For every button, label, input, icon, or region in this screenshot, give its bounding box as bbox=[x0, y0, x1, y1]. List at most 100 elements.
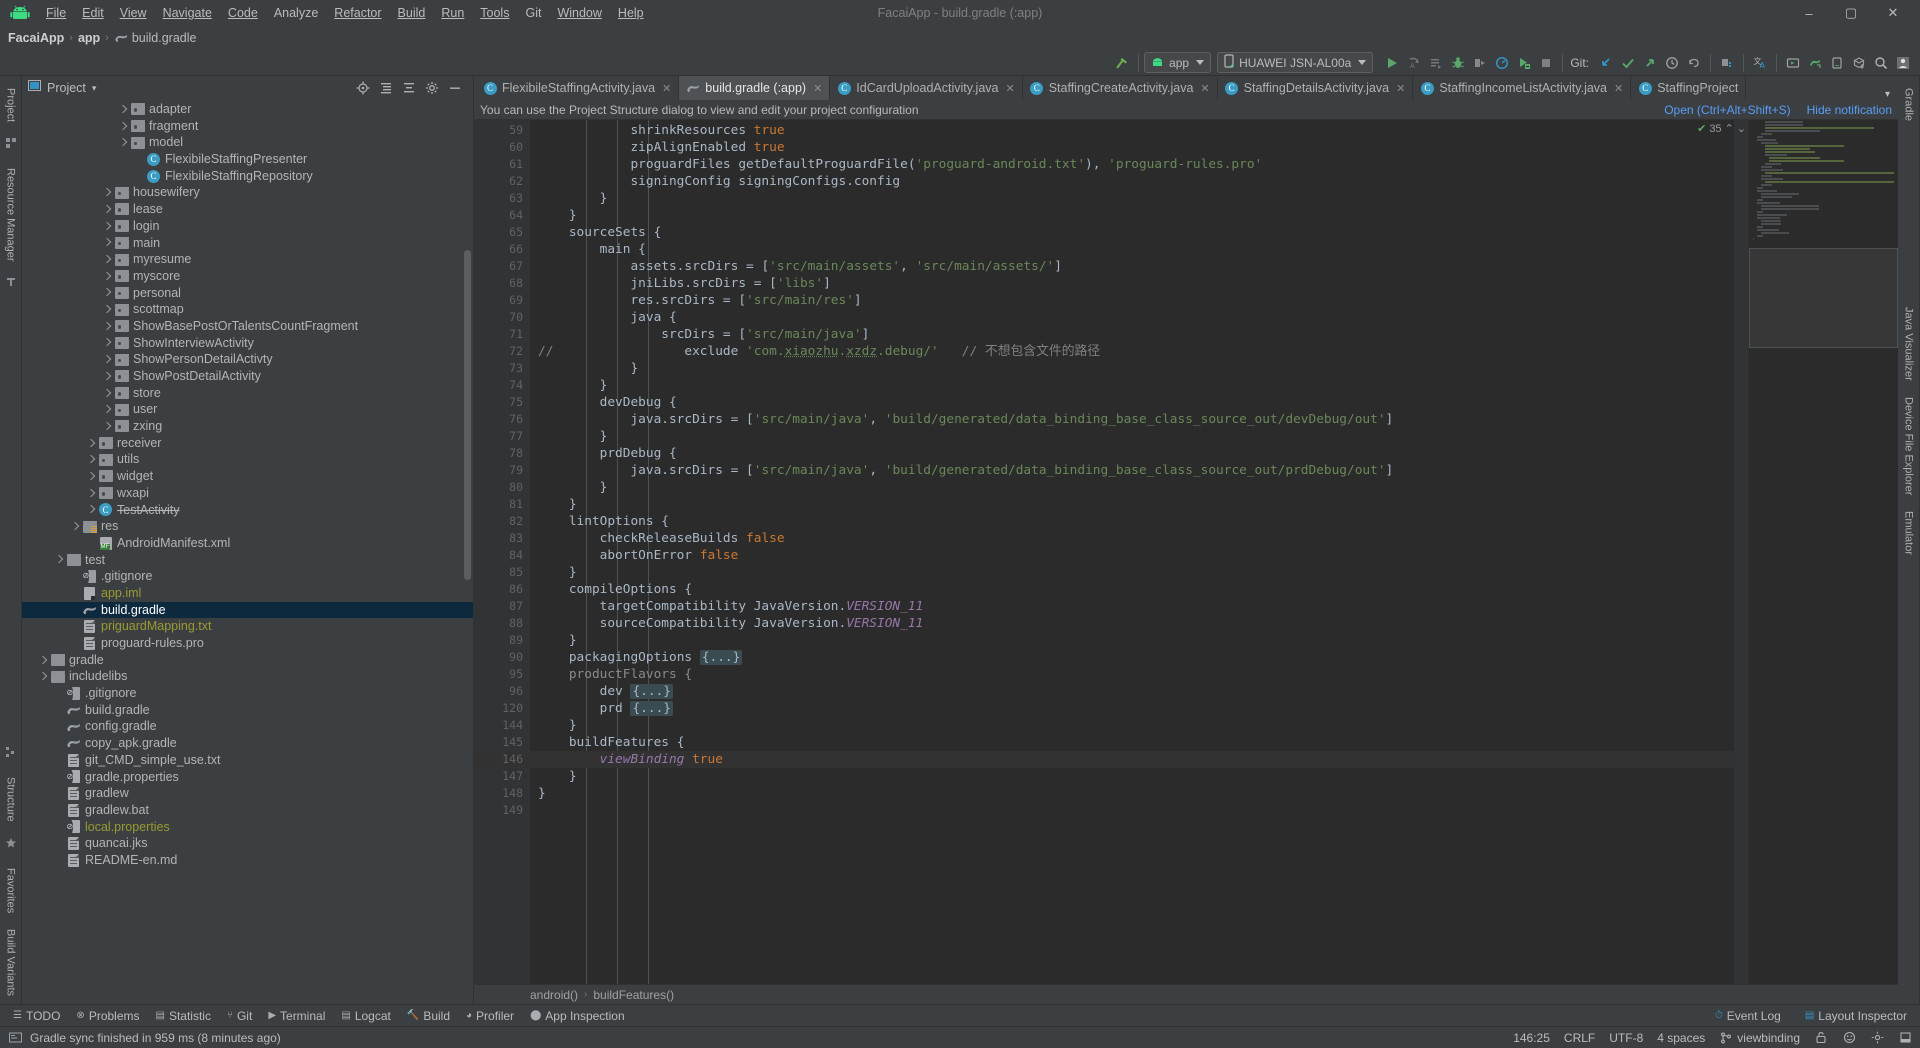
chevron-right-icon[interactable] bbox=[118, 122, 127, 131]
code-line[interactable]: } bbox=[530, 360, 1734, 377]
run-with-coverage-icon[interactable] bbox=[1513, 52, 1535, 74]
chevron-right-icon[interactable] bbox=[118, 138, 127, 147]
maximize-button[interactable]: ▢ bbox=[1830, 0, 1872, 26]
tree-row[interactable]: wxapi bbox=[22, 485, 473, 502]
indent-setting[interactable]: 4 spaces bbox=[1657, 1031, 1705, 1045]
minimap-viewport[interactable] bbox=[1749, 248, 1898, 348]
code-line[interactable]: } bbox=[530, 428, 1734, 445]
tool-window-button[interactable]: ⑂ Git bbox=[220, 1007, 259, 1025]
tree-row[interactable]: fragment bbox=[22, 118, 473, 135]
debug-icon[interactable] bbox=[1447, 52, 1469, 74]
close-tab-icon[interactable]: ✕ bbox=[1200, 82, 1209, 95]
code-editor[interactable]: 59 60 61 62 63 64 65 66 67 68 69 70 71 72 73 74 75 76 77 78… bbox=[474, 120, 1898, 984]
tool-window-bar[interactable]: ☰ TODO ⊗ Problems ▤ Statistic ⑂ Git ▶ Terminal ▤ Lo… bbox=[0, 1004, 1920, 1026]
code-line[interactable]: } bbox=[530, 479, 1734, 496]
tab-overflow-chevron-icon[interactable]: ▾ bbox=[1877, 89, 1898, 100]
tree-row[interactable]: includelibs bbox=[22, 668, 473, 685]
tree-row[interactable]: MF AndroidManifest.xml bbox=[22, 535, 473, 552]
chevron-right-icon[interactable] bbox=[102, 338, 111, 347]
read-only-icon[interactable] bbox=[1814, 1031, 1828, 1045]
chevron-right-icon[interactable] bbox=[102, 405, 111, 414]
rail-item-java-visualizer[interactable]: Java Visualizer bbox=[1902, 299, 1916, 389]
code-line[interactable]: } bbox=[530, 190, 1734, 207]
editor-tab[interactable]: C IdCardUploadActivity.java ✕ bbox=[830, 76, 1023, 100]
code-line[interactable] bbox=[530, 802, 1734, 819]
editor-tab-bar[interactable]: C FlexibileStaffingActivity.java ✕ build.gr… bbox=[474, 76, 1898, 100]
chevron-right-icon[interactable] bbox=[38, 656, 47, 665]
code-line[interactable]: sourceCompatibility JavaVersion.VERSION_… bbox=[530, 615, 1734, 632]
line-number[interactable]: 80 bbox=[474, 479, 543, 496]
tree-row[interactable]: personal bbox=[22, 285, 473, 302]
menu-tools[interactable]: Tools bbox=[472, 3, 517, 23]
menu-window[interactable]: Window bbox=[549, 3, 609, 23]
line-number[interactable]: 81 bbox=[474, 496, 543, 513]
breadcrumb-buildfeatures[interactable]: buildFeatures() bbox=[593, 988, 674, 1002]
chevron-right-icon[interactable] bbox=[102, 222, 111, 231]
code-content[interactable]: shrinkResources true zipAlignEnabled tru… bbox=[530, 120, 1734, 984]
close-tab-icon[interactable]: ✕ bbox=[1396, 82, 1405, 95]
tree-row[interactable]: app.iml bbox=[22, 585, 473, 602]
line-number[interactable]: 86 bbox=[474, 581, 544, 598]
chevron-right-icon[interactable] bbox=[102, 355, 111, 364]
profiler-icon[interactable] bbox=[1491, 52, 1513, 74]
tool-window-button[interactable]: ⏱ Event Log bbox=[1708, 1007, 1788, 1025]
locate-icon[interactable] bbox=[355, 80, 371, 96]
emoji-icon[interactable] bbox=[1842, 1031, 1856, 1045]
code-line[interactable]: srcDirs = ['src/main/java'] bbox=[530, 326, 1734, 343]
search-everywhere-icon[interactable] bbox=[1870, 52, 1892, 74]
project-tree-scrollbar[interactable] bbox=[464, 250, 471, 580]
chevron-right-icon[interactable] bbox=[86, 472, 95, 481]
breadcrumb-file[interactable]: build.gradle bbox=[132, 31, 197, 45]
tree-row[interactable]: copy_apk.gradle bbox=[22, 735, 473, 752]
attach-debugger-icon[interactable] bbox=[1469, 52, 1491, 74]
tree-row[interactable]: gradlew bbox=[22, 785, 473, 802]
line-number-gutter[interactable]: 59 60 61 62 63 64 65 66 67 68 69 70 71 72 73 74 75 76 77 78… bbox=[474, 120, 544, 984]
commit-icon[interactable] bbox=[1617, 52, 1639, 74]
line-number[interactable]: 79 bbox=[474, 462, 530, 479]
device-file-explorer-icon[interactable] bbox=[1826, 52, 1848, 74]
line-number[interactable]: 82 bbox=[474, 513, 544, 530]
line-number[interactable]: 89 bbox=[474, 632, 543, 649]
tree-row[interactable]: gradle.properties bbox=[22, 768, 473, 786]
open-project-structure-link[interactable]: Open (Ctrl+Alt+Shift+S) bbox=[1664, 103, 1790, 117]
code-line[interactable]: } bbox=[530, 377, 1734, 394]
tool-window-button[interactable]: ◕ Profiler bbox=[459, 1007, 521, 1025]
menu-view[interactable]: View bbox=[112, 3, 155, 23]
code-line[interactable]: prdDebug { bbox=[530, 445, 1734, 462]
editor-tab[interactable]: build.gradle (:app) ✕ bbox=[679, 76, 831, 100]
line-number[interactable]: 83 bbox=[474, 530, 530, 547]
line-separator[interactable]: CRLF bbox=[1564, 1031, 1595, 1045]
tree-row[interactable]: widget bbox=[22, 468, 473, 485]
line-number[interactable]: 87 bbox=[474, 598, 530, 615]
inspection-strip[interactable]: ✔ 35 ⌃ ⌄ bbox=[1697, 120, 1748, 984]
device-selector[interactable]: HUAWEI JSN-AL00a bbox=[1217, 52, 1374, 73]
line-number[interactable]: 77 bbox=[474, 428, 543, 445]
tree-row[interactable]: build.gradle bbox=[22, 702, 473, 719]
tree-row[interactable]: C TestActivity bbox=[22, 502, 473, 519]
tree-row[interactable]: myresume bbox=[22, 251, 473, 268]
code-line[interactable]: java.srcDirs = ['src/main/java', 'build/… bbox=[530, 411, 1734, 428]
code-line[interactable]: zipAlignEnabled true bbox=[530, 139, 1734, 156]
editor-tab[interactable]: C StaffingIncomeListActivity.java ✕ bbox=[1413, 76, 1632, 100]
line-number[interactable]: 75 bbox=[474, 394, 544, 411]
tree-row[interactable]: scottmap bbox=[22, 301, 473, 318]
line-number[interactable]: 64 bbox=[474, 207, 543, 224]
chevron-right-icon[interactable] bbox=[102, 188, 111, 197]
hide-panel-icon[interactable] bbox=[447, 80, 463, 96]
line-number[interactable]: 74 bbox=[474, 377, 543, 394]
collapse-all-icon[interactable] bbox=[401, 80, 417, 96]
tree-row[interactable]: quancai.jks bbox=[22, 835, 473, 852]
code-line[interactable]: } bbox=[530, 564, 1734, 581]
code-line[interactable]: // exclude 'com.xiaozhu.xzdz.debug/' // … bbox=[530, 343, 1734, 360]
translate-icon[interactable]: 文A bbox=[1749, 52, 1771, 74]
push-icon[interactable] bbox=[1639, 52, 1661, 74]
code-line[interactable]: signingConfig signingConfigs.config bbox=[530, 173, 1734, 190]
tree-row[interactable]: priguardMapping.txt bbox=[22, 618, 473, 635]
editor-tab[interactable]: C FlexibileStaffingActivity.java ✕ bbox=[476, 76, 680, 100]
menu-analyze[interactable]: Analyze bbox=[266, 3, 326, 23]
code-line[interactable]: } bbox=[530, 632, 1734, 649]
code-line[interactable]: res.srcDirs = ['src/main/res'] bbox=[530, 292, 1734, 309]
line-number[interactable]: 62 bbox=[474, 173, 530, 190]
tree-row[interactable]: ShowBasePostOrTalentsCountFragment bbox=[22, 318, 473, 335]
close-tab-icon[interactable]: ✕ bbox=[1614, 82, 1623, 95]
